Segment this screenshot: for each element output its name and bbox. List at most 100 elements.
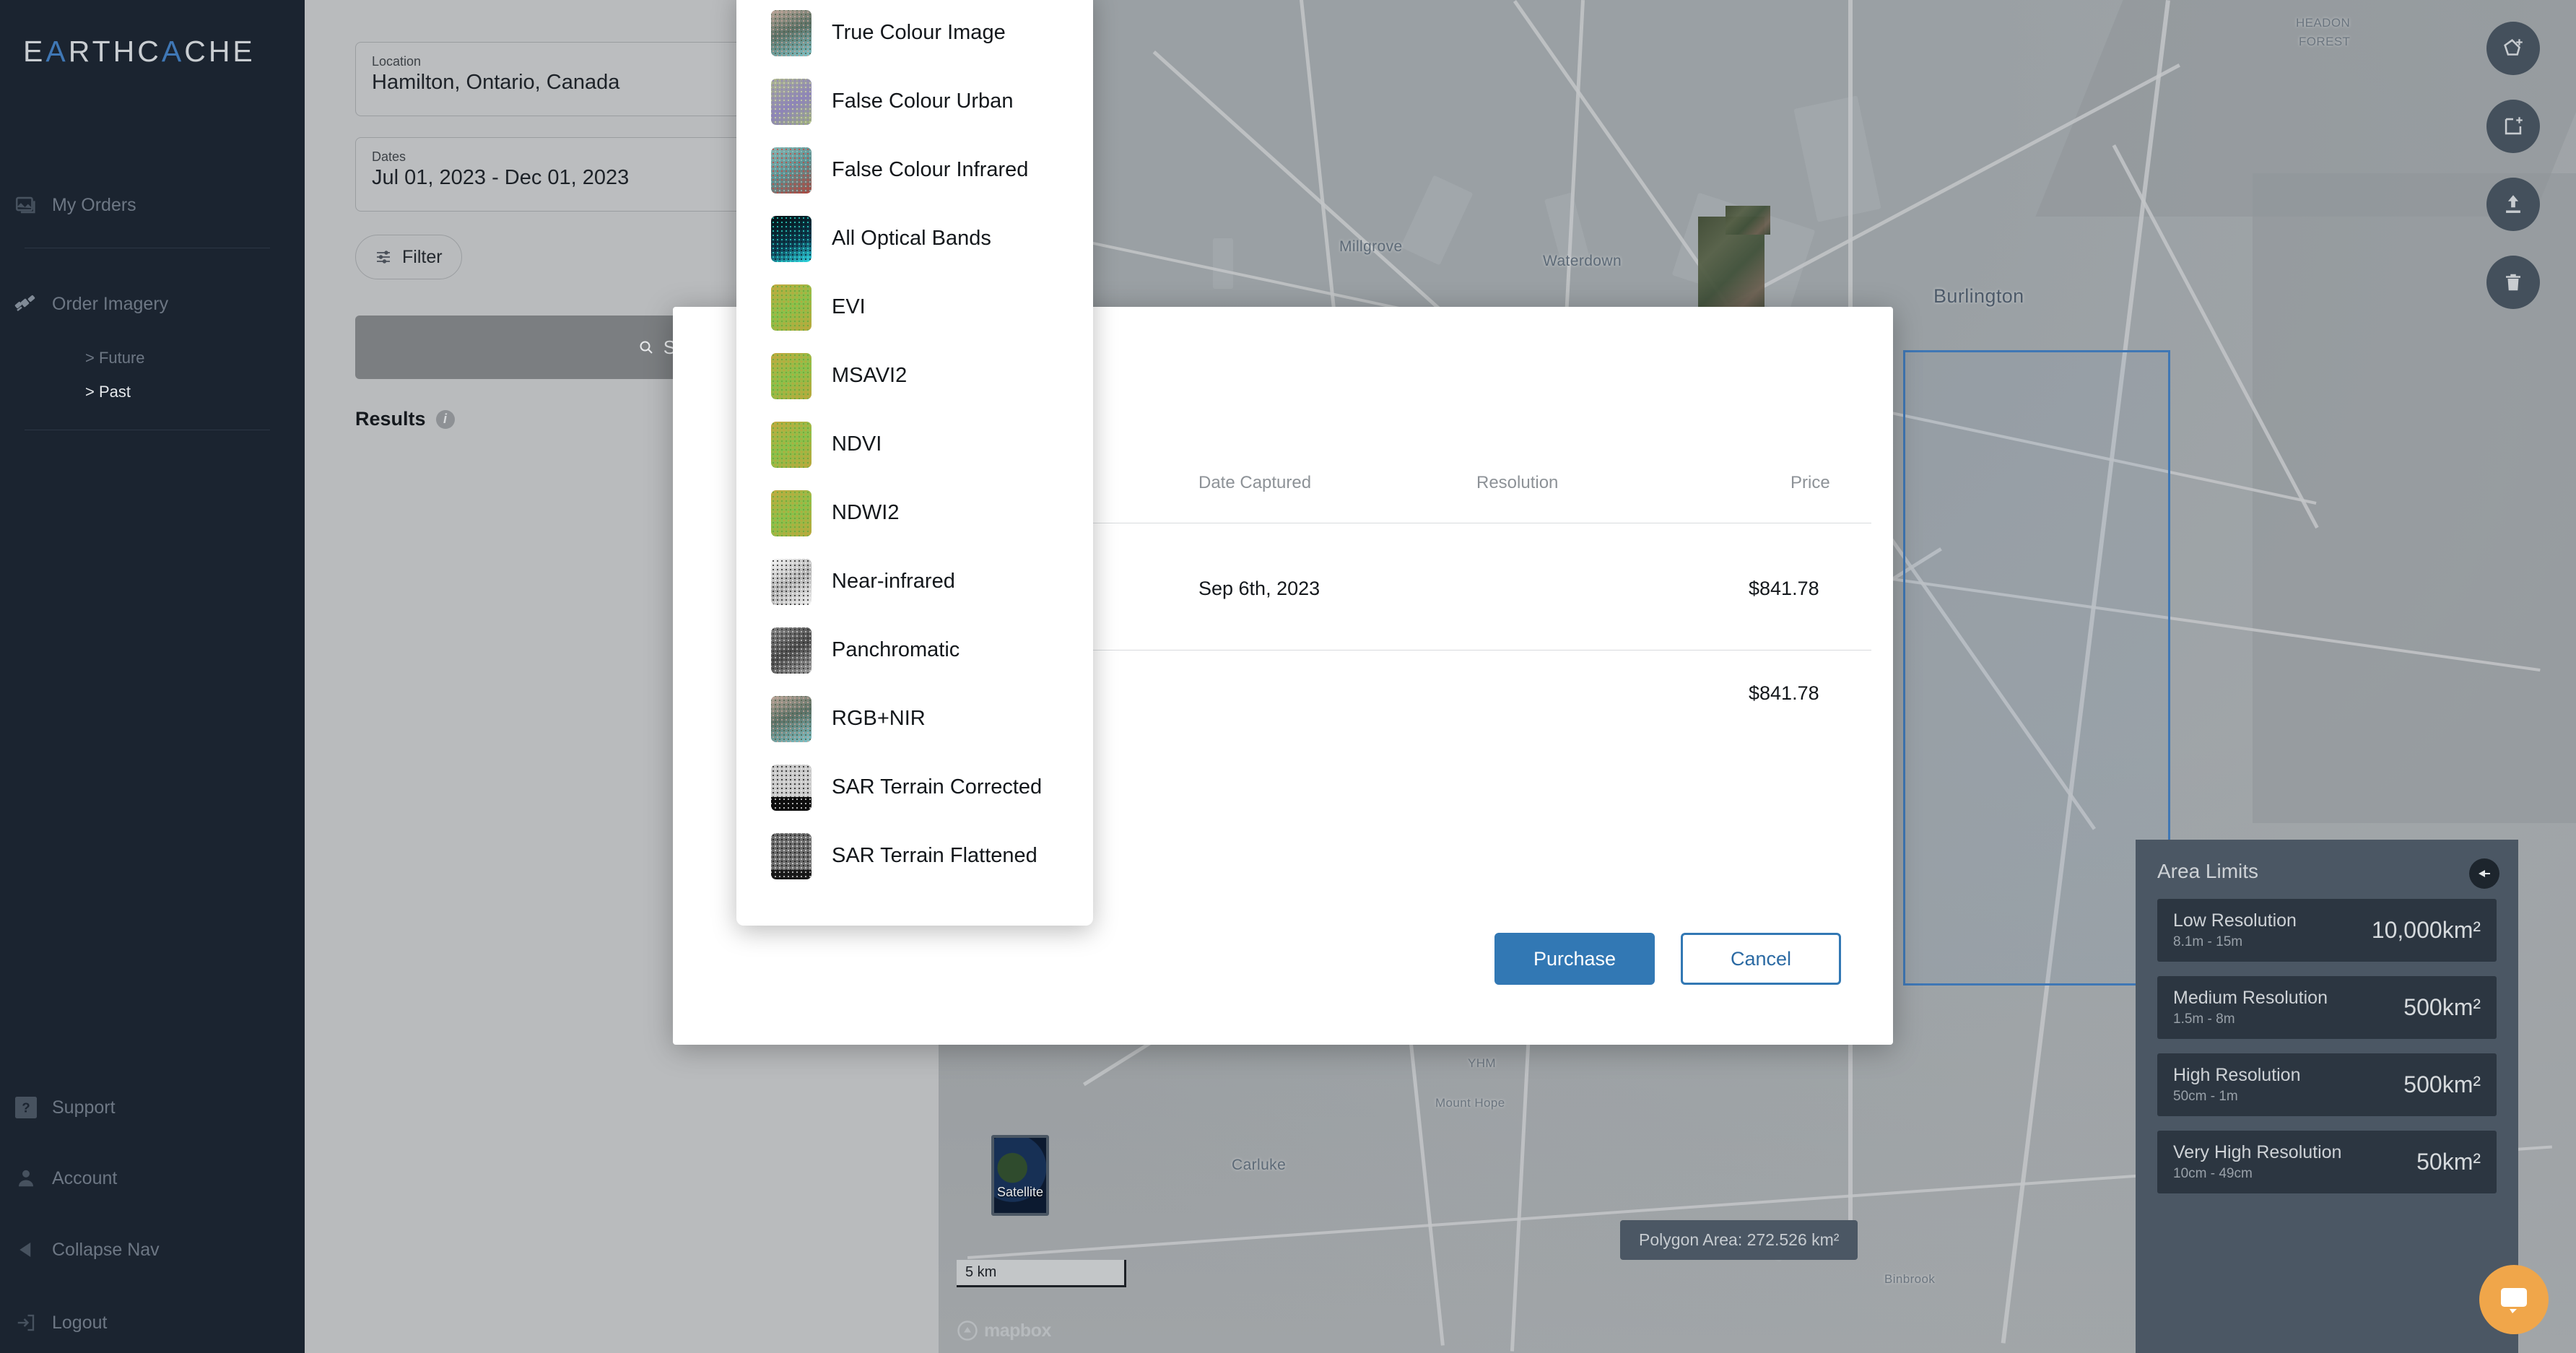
sidebar-subitem-past[interactable]: > Past [85,383,131,401]
area-limit-name: Low Resolution [2173,910,2297,931]
sidebar-item-label: Logout [52,1312,108,1333]
results-label: Results [355,408,426,430]
option-thumbnail-icon [771,695,811,742]
sidebar-item-support[interactable]: ? Support [0,1085,305,1130]
area-limit-value: 500km² [2403,1071,2481,1097]
area-limit-range: 8.1m - 15m [2173,934,2243,949]
sidebar: EARTHCACHE My Orders Order Imagery > Fut… [0,0,305,1353]
area-limit-name: High Resolution [2173,1065,2301,1085]
area-limit-row: Low Resolution 8.1m - 15m 10,000km² [2157,899,2497,962]
basemap-label: Satellite [996,1185,1044,1199]
option-thumbnail-icon [771,352,811,399]
delete-icon[interactable] [2486,256,2540,309]
sidebar-item-label: Account [52,1167,118,1188]
option-label: All Optical Bands [832,227,991,250]
draw-rectangle-icon[interactable] [2486,100,2540,153]
svg-text:?: ? [22,1100,30,1115]
logout-icon [0,1312,52,1334]
filter-button[interactable]: Filter [355,235,462,279]
map-place-label: Burlington [1933,285,2024,307]
total-price: $841.78 [1749,682,1819,704]
dropdown-option[interactable]: False Colour Infrared [736,136,1093,204]
sidebar-item-order-imagery[interactable]: Order Imagery [0,282,305,326]
area-limit-range: 10cm - 49cm [2173,1166,2253,1181]
app-logo: EARTHCACHE [23,35,256,68]
polygon-area-badge: Polygon Area: 272.526 km² [1620,1220,1858,1260]
dropdown-option[interactable]: MSAVI2 [736,341,1093,410]
map-place-label: HEADON [2296,16,2351,30]
area-limit-name: Medium Resolution [2173,988,2328,1008]
option-label: SAR Terrain Corrected [832,775,1043,799]
results-info-icon[interactable]: i [435,409,455,429]
mapbox-attribution-logo[interactable]: mapbox [957,1320,1051,1341]
scale-label: 5 km [965,1264,997,1280]
dropdown-option[interactable]: RGB+NIR [736,684,1093,753]
map-scalebar: 5 km [957,1260,1126,1287]
option-label: NDVI [832,432,882,456]
intercom-chat-button[interactable] [2479,1265,2549,1334]
area-limits-panel: Area Limits Low Resolution 8.1m - 15m 10,0… [2136,840,2518,1353]
option-thumbnail-icon [771,832,811,879]
sidebar-item-label: Collapse Nav [52,1239,160,1260]
area-limit-range: 1.5m - 8m [2173,1012,2235,1027]
option-thumbnail-icon [771,558,811,605]
dropdown-option[interactable]: SAR Terrain Flattened [736,822,1093,890]
dropdown-option[interactable]: False Colour Urban [736,67,1093,136]
sidebar-item-collapse-nav[interactable]: Collapse Nav [0,1227,305,1272]
sidebar-item-label: My Orders [52,194,136,215]
option-label: False Colour Urban [832,90,1014,113]
option-label: Panchromatic [832,638,960,661]
area-limit-name: Very High Resolution [2173,1142,2342,1162]
area-limit-value: 50km² [2416,1149,2481,1175]
option-thumbnail-icon [771,147,811,193]
area-limit-row: Very High Resolution 10cm - 49cm 50km² [2157,1131,2497,1193]
basemap-toggle[interactable]: Satellite [991,1135,1049,1216]
dropdown-option[interactable]: NDWI2 [736,479,1093,547]
image-type-dropdown[interactable]: True Colour Image False Colour Urban False… [736,0,1093,926]
upload-icon[interactable] [2486,178,2540,231]
help-icon: ? [0,1097,52,1118]
option-label: SAR Terrain Flattened [832,844,1037,867]
dropdown-option[interactable]: Near-infrared [736,547,1093,616]
filter-label: Filter [402,246,443,267]
filter-icon [375,248,392,266]
area-limit-row: Medium Resolution 1.5m - 8m 500km² [2157,976,2497,1039]
cancel-button[interactable]: Cancel [1681,933,1841,985]
person-icon [0,1167,52,1189]
map-place-label: Carluke [1232,1157,1287,1173]
dropdown-option[interactable]: EVI [736,273,1093,341]
dropdown-option[interactable]: Panchromatic [736,616,1093,684]
caret-left-icon [0,1239,52,1261]
collapse-panel-icon[interactable] [2469,858,2499,889]
modal-divider [1084,650,1871,651]
sidebar-subitem-future[interactable]: > Future [85,349,145,367]
satellite-icon [0,291,52,317]
sidebar-item-my-orders[interactable]: My Orders [0,183,305,227]
dropdown-option[interactable]: True Colour Image [736,0,1093,67]
dropdown-option[interactable]: All Optical Bands [736,204,1093,273]
area-limit-value: 500km² [2403,994,2481,1020]
option-thumbnail-icon [771,284,811,331]
draw-polygon-icon[interactable] [2486,22,2540,75]
option-thumbnail-icon [771,490,811,536]
sidebar-item-logout[interactable]: Logout [0,1300,305,1345]
mapbox-label: mapbox [984,1320,1051,1341]
option-label: Near-infrared [832,570,955,593]
column-header-resolution: Resolution [1476,473,1559,492]
aoi-polygon[interactable] [1903,350,2170,986]
dropdown-option[interactable]: NDVI [736,410,1093,479]
sidebar-item-account[interactable]: Account [0,1156,305,1201]
map-place-label: Binbrook [1884,1272,1936,1286]
map-place-label: Mount Hope [1435,1096,1505,1110]
option-label: NDWI2 [832,501,900,524]
option-thumbnail-icon [771,764,811,811]
option-label: False Colour Infrared [832,158,1029,181]
option-label: True Colour Image [832,21,1006,44]
option-thumbnail-icon [771,627,811,674]
option-label: EVI [832,295,866,318]
purchase-button[interactable]: Purchase [1494,933,1655,985]
map-place-label: FOREST [2299,35,2351,48]
dropdown-option[interactable]: SAR Terrain Corrected [736,753,1093,822]
results-header: Results i [355,408,455,430]
area-limit-range: 50cm - 1m [2173,1089,2238,1104]
